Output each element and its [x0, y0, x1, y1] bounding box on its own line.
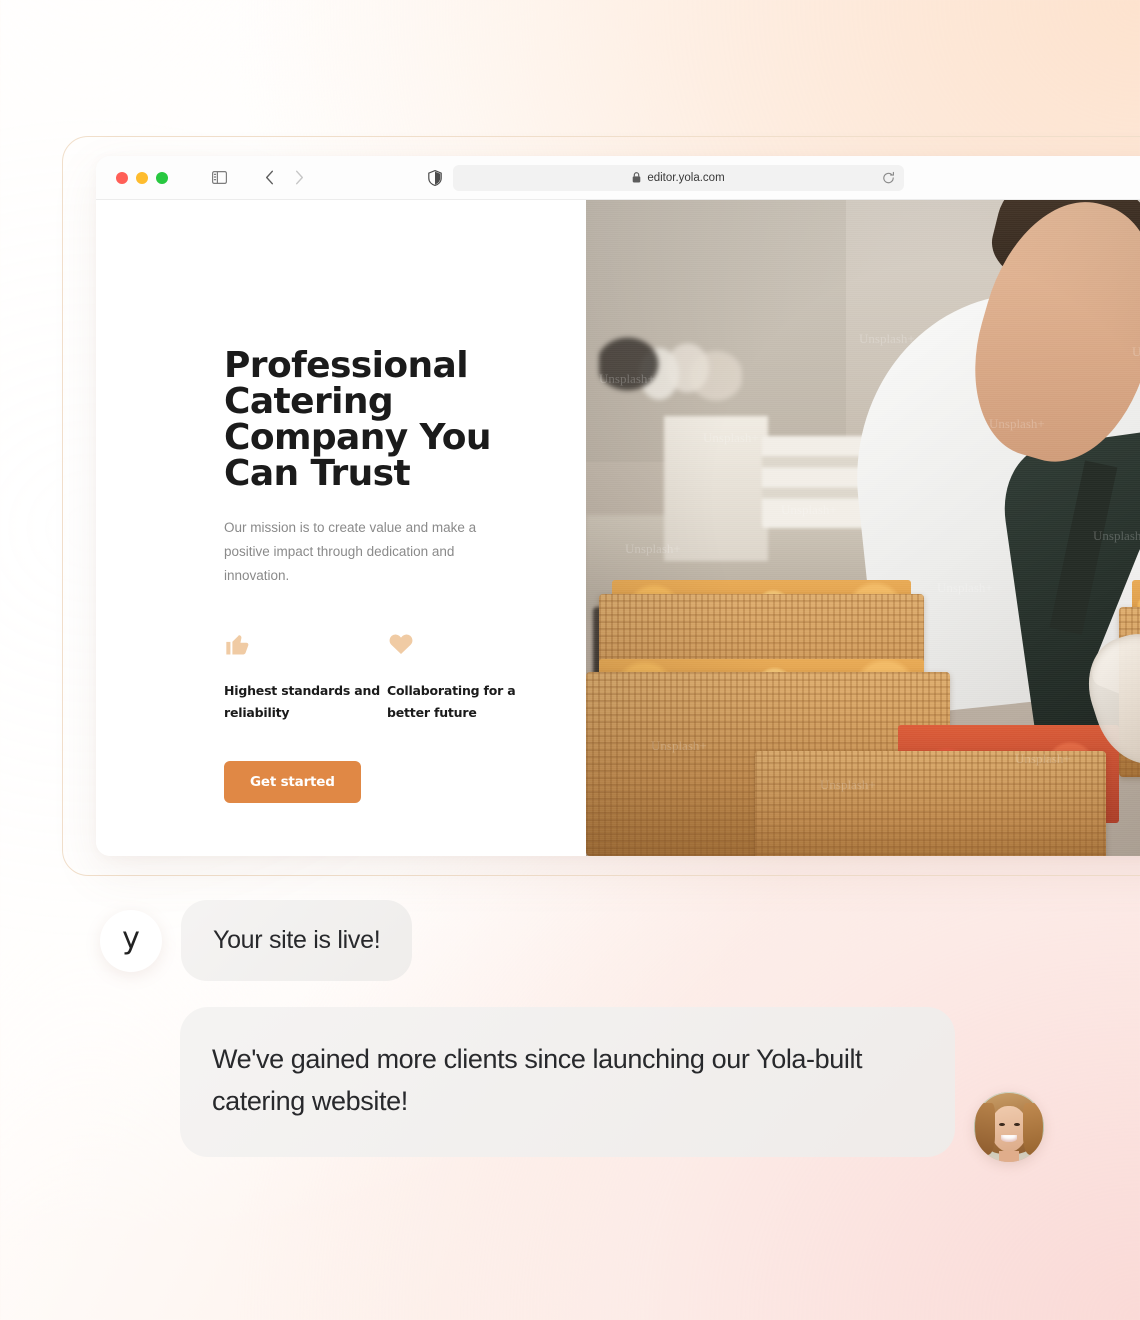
feature-item-collaboration: Collaborating for a better future [387, 630, 550, 723]
address-bar[interactable]: editor.yola.com [453, 164, 904, 191]
window-traffic-lights[interactable] [116, 171, 168, 184]
chat-section: y Your site is live! We've gained more c… [0, 900, 1140, 1157]
hero-text-column: Professional Catering Company You Can Tr… [96, 200, 586, 856]
close-window-button[interactable] [116, 171, 128, 184]
shield-privacy-icon[interactable] [422, 165, 448, 191]
chevron-left-icon[interactable] [256, 165, 282, 191]
page-title: Professional Catering Company You Can Tr… [224, 345, 491, 494]
browser-window: editor.yola.com Professional Catering Co… [96, 156, 1140, 856]
feature-label: Highest standards and reliability [224, 683, 380, 720]
url-text: editor.yola.com [647, 171, 725, 184]
hero-subtitle: Our mission is to create value and make … [224, 520, 477, 584]
website-viewport: Professional Catering Company You Can Tr… [96, 200, 1140, 856]
chat-bubble-status: Your site is live! [181, 900, 413, 981]
feature-item-standards: Highest standards and reliability [224, 630, 387, 723]
thumbs-up-icon [224, 630, 387, 660]
yola-logo-avatar: y [100, 909, 162, 972]
chat-row-brand: y Your site is live! [0, 900, 1140, 981]
heart-icon [387, 630, 550, 660]
chevron-right-icon[interactable] [286, 165, 312, 191]
maximize-window-button[interactable] [156, 171, 168, 184]
feature-label: Collaborating for a better future [387, 683, 516, 720]
sidebar-toggle-icon[interactable] [206, 165, 232, 191]
get-started-button[interactable]: Get started [224, 761, 361, 804]
minimize-window-button[interactable] [136, 171, 148, 184]
feature-list: Highest standards and reliability Collab… [224, 630, 586, 723]
browser-toolbar: editor.yola.com [96, 156, 1140, 200]
reload-icon[interactable] [882, 171, 895, 184]
hero-photo: Unsplash+ Unsplash+ Unsplash+ Unsplash+ … [586, 200, 1140, 856]
lock-icon [632, 172, 641, 183]
chat-bubble-testimonial: We've gained more clients since launchin… [180, 1007, 955, 1157]
client-photo-avatar [974, 1092, 1044, 1162]
